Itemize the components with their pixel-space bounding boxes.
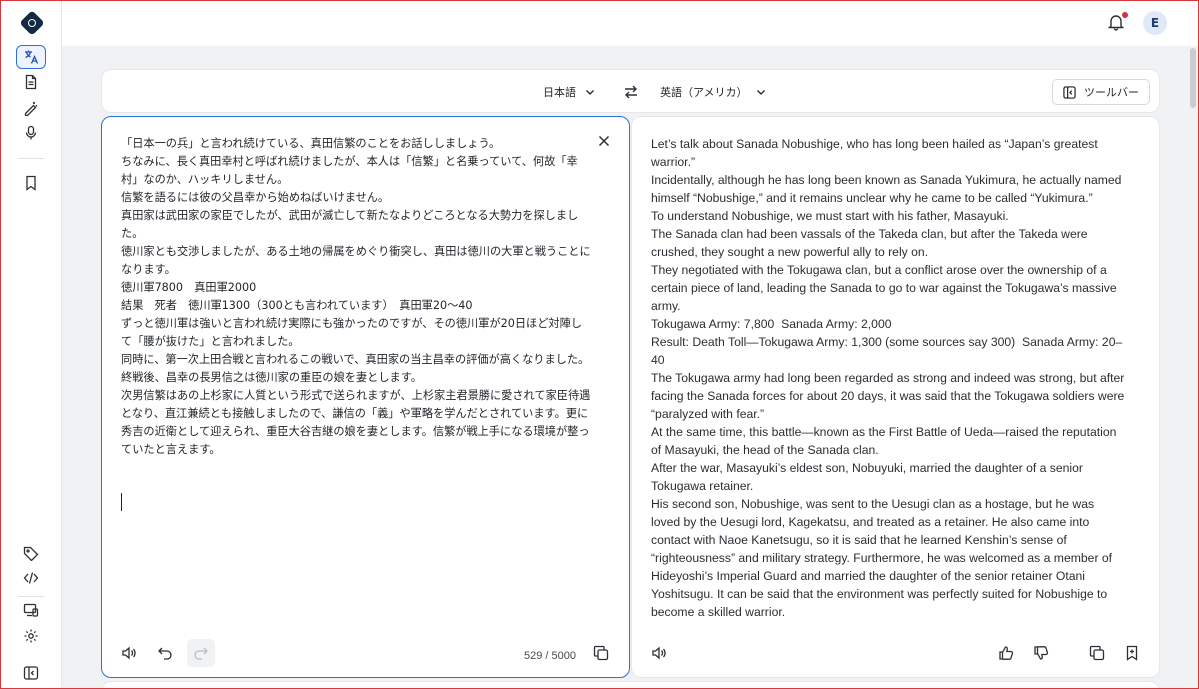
bookmark-icon[interactable] <box>16 171 46 195</box>
undo-icon[interactable] <box>151 639 179 667</box>
copy-icon[interactable] <box>1083 639 1111 667</box>
target-language-label: 英語（アメリカ） <box>660 86 748 99</box>
source-language-label: 日本語 <box>543 86 576 99</box>
close-icon[interactable] <box>597 133 611 147</box>
swap-languages-icon[interactable] <box>622 83 640 101</box>
app-logo-icon[interactable] <box>19 10 45 36</box>
magic-pen-icon[interactable] <box>16 96 46 120</box>
translation-output: Let’s talk about Sanada Nobushige, who h… <box>651 137 1125 619</box>
left-rail <box>0 0 62 689</box>
document-icon[interactable] <box>16 70 46 94</box>
gear-icon[interactable] <box>16 624 46 648</box>
speaker-icon[interactable] <box>115 639 143 667</box>
devices-icon[interactable] <box>16 598 46 622</box>
source-text-input[interactable]: 「日本一の兵」と言われ続けている、真田信繁のことをお話ししましょう。 ちなみに、… <box>121 135 591 459</box>
toolbar-label: ツールバー <box>1084 86 1139 99</box>
source-panel: 「日本一の兵」と言われ続けている、真田信繁のことをお話ししましょう。 ちなみに、… <box>101 116 630 678</box>
target-language-select[interactable]: 英語（アメリカ） <box>660 70 767 114</box>
microphone-icon[interactable] <box>16 121 46 145</box>
bookmark-add-icon[interactable] <box>1118 639 1146 667</box>
speaker-icon[interactable] <box>645 639 673 667</box>
text-caret <box>121 493 122 511</box>
sidebar-toggle-icon[interactable] <box>16 661 46 685</box>
source-language-select[interactable]: 日本語 <box>543 70 596 114</box>
bell-icon[interactable] <box>1107 12 1128 31</box>
panel-collapse-icon <box>1063 85 1076 99</box>
scrollbar-thumb[interactable] <box>1190 48 1196 108</box>
tag-icon[interactable] <box>16 541 46 565</box>
copy-icon[interactable] <box>587 639 615 667</box>
language-bar: 日本語 英語（アメリカ） ツールバー <box>101 69 1160 113</box>
chevron-down-icon <box>757 90 766 95</box>
target-panel: Let’s talk about Sanada Nobushige, who h… <box>631 116 1160 678</box>
translate-icon[interactable] <box>16 45 46 69</box>
notification-dot <box>1122 12 1128 18</box>
next-section-edge <box>101 681 1160 689</box>
character-counter: 529 / 5000 <box>524 650 576 662</box>
thumbs-up-icon[interactable] <box>992 639 1020 667</box>
chevron-down-icon <box>586 90 594 95</box>
redo-icon[interactable] <box>187 639 215 667</box>
page-scrollbar[interactable] <box>1187 46 1197 689</box>
code-icon[interactable] <box>16 566 46 590</box>
thumbs-down-icon[interactable] <box>1027 639 1055 667</box>
top-bar: E <box>62 0 1199 46</box>
avatar[interactable]: E <box>1143 11 1167 35</box>
toolbar-button[interactable]: ツールバー <box>1052 79 1150 105</box>
